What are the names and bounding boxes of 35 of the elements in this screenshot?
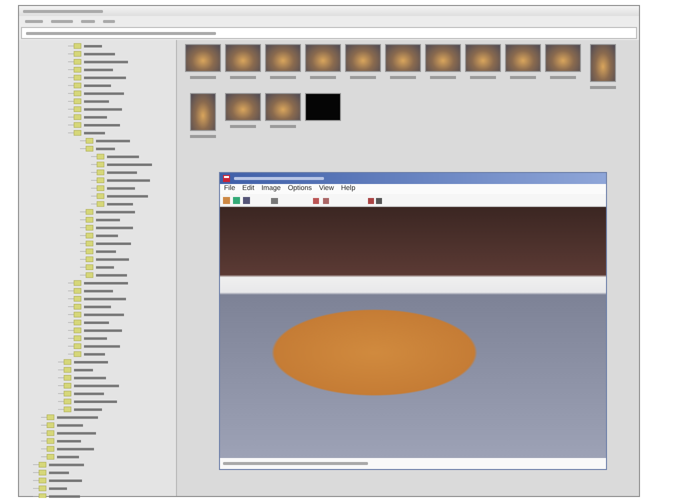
photo-thumbnail[interactable] — [465, 44, 501, 72]
caption-bar — [190, 135, 216, 138]
photo-thumbnail[interactable] — [385, 44, 421, 72]
caption-bar — [350, 76, 376, 79]
app-icon — [223, 175, 230, 182]
caption-bar — [470, 76, 496, 79]
photo-thumbnail[interactable] — [545, 44, 581, 72]
caption-bar — [510, 76, 536, 79]
caption-bar — [230, 76, 256, 79]
caption-bar — [550, 76, 576, 79]
menu-entry-bar[interactable] — [103, 20, 115, 22]
caption-bar — [190, 76, 216, 79]
photo-thumbnail[interactable] — [190, 93, 216, 131]
caption-bar — [310, 76, 336, 79]
photo-thumbnail[interactable] — [225, 93, 261, 121]
menu-entry-bar[interactable] — [51, 20, 73, 22]
photo-thumbnail[interactable] — [305, 44, 341, 72]
photo-thumbnail[interactable] — [225, 44, 261, 72]
caption-bar — [390, 76, 416, 79]
photo-thumbnail[interactable] — [305, 93, 341, 121]
caption-bar — [430, 76, 456, 79]
photo-thumbnail[interactable] — [345, 44, 381, 72]
photo-thumbnail[interactable] — [265, 93, 301, 121]
photo-thumbnail[interactable] — [185, 44, 221, 72]
photo-thumbnail[interactable] — [590, 44, 616, 82]
menu-entry-bar[interactable] — [25, 20, 43, 22]
menu-entry-bar[interactable] — [81, 20, 95, 22]
address-field[interactable] — [21, 27, 637, 39]
caption-bar — [270, 125, 296, 128]
photo-thumbnail[interactable] — [425, 44, 461, 72]
caption-bar — [590, 86, 616, 89]
caption-bar — [270, 76, 296, 79]
photo-thumbnail[interactable] — [505, 44, 541, 72]
caption-bar — [230, 125, 256, 128]
photo-thumbnail[interactable] — [265, 44, 301, 72]
